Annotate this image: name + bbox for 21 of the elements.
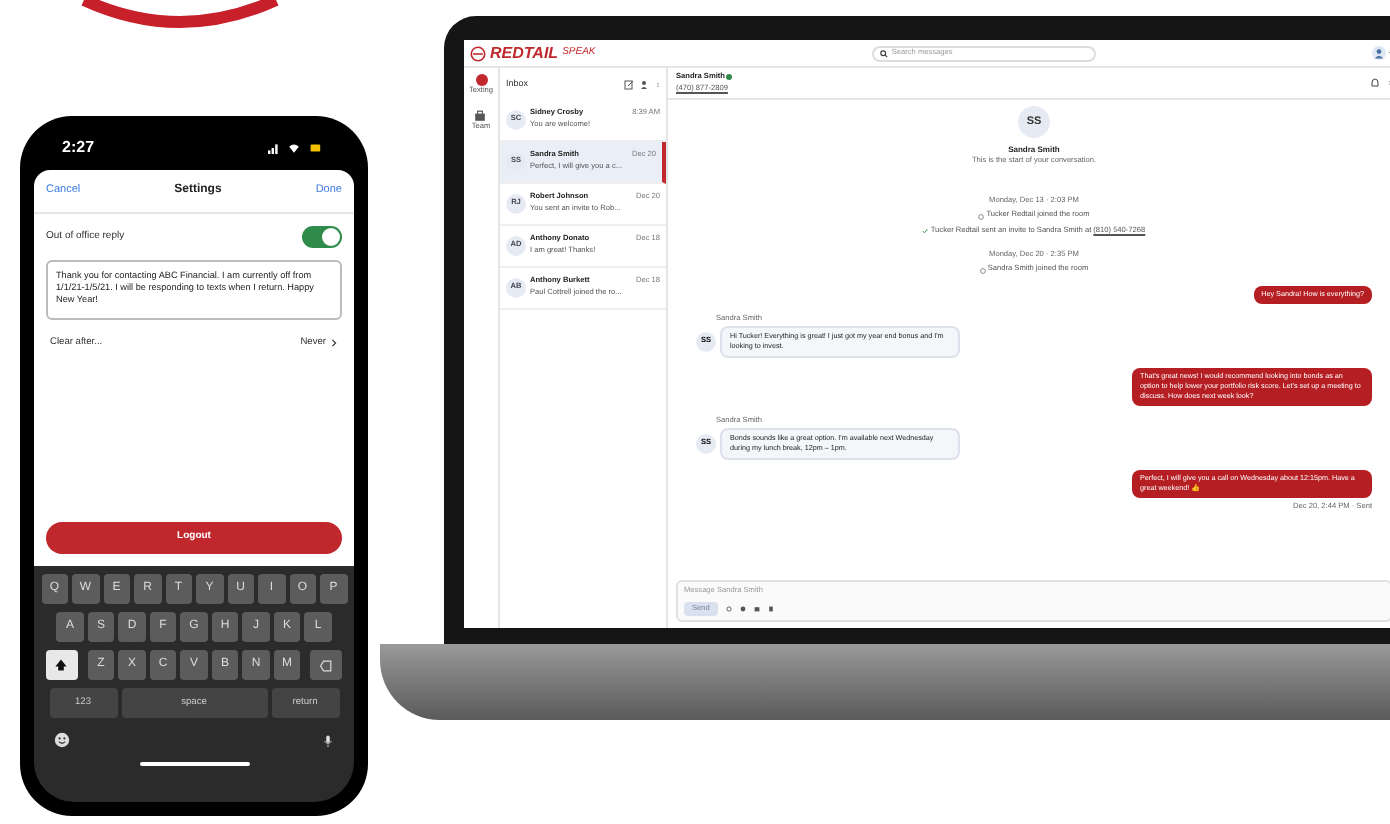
check-icon — [922, 228, 929, 235]
logo-text: REDTAIL — [490, 41, 559, 65]
backspace-key[interactable] — [310, 650, 343, 680]
user-avatar-icon — [1371, 46, 1386, 60]
compose-icon — [624, 79, 634, 89]
add-person-icon — [640, 79, 650, 89]
battery-icon — [306, 142, 326, 154]
backspace-icon — [318, 659, 335, 671]
shift-key[interactable] — [45, 650, 78, 680]
logo-circle-icon — [470, 45, 486, 61]
status-time: 2:27 — [62, 136, 95, 160]
search-icon — [879, 49, 888, 57]
chevron-right-icon — [330, 338, 338, 349]
signal-icon — [266, 142, 282, 154]
wifi-icon — [286, 142, 302, 154]
microphone-icon — [322, 732, 334, 750]
bell-icon — [1370, 78, 1380, 88]
briefcase-icon — [474, 109, 487, 122]
out-of-office-toggle[interactable] — [302, 226, 342, 248]
shift-icon — [54, 658, 69, 672]
home-indicator — [139, 762, 249, 766]
